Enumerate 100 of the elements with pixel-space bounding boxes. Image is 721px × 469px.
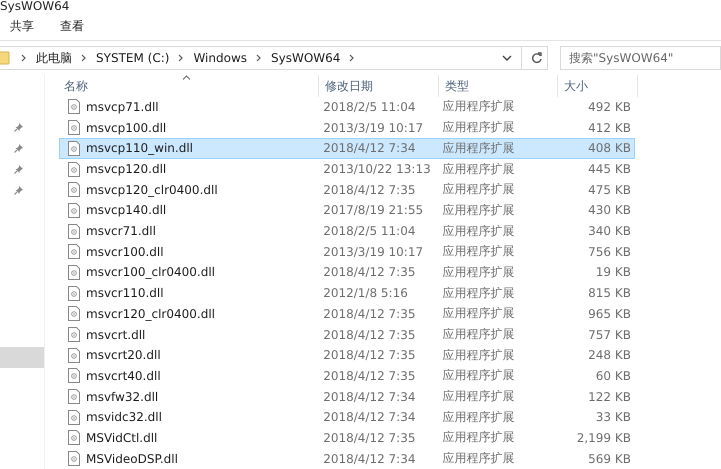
size-cell: 412 KB: [588, 120, 631, 135]
type-cell: 应用程序扩展: [442, 264, 514, 281]
file-row[interactable]: msvcr120_clr0400.dll 2018/4/12 7:35 应用程序扩展 965 KB: [59, 304, 635, 324]
dropdown-icon[interactable]: [502, 55, 512, 61]
file-name: msvcr71.dll: [86, 224, 156, 238]
size-cell: 569 KB: [588, 452, 631, 466]
file-icon: [68, 244, 80, 260]
file-icon: [68, 389, 80, 404]
address-bar[interactable]: 此电脑 SYSTEM (C:) Windows SysWOW64: [0, 46, 548, 70]
file-row[interactable]: msvcp100.dll 2013/3/19 10:17 应用程序扩展 412 KB: [59, 117, 635, 138]
size-cell: 60 KB: [596, 368, 631, 383]
type-cell: 应用程序扩展: [442, 450, 514, 468]
file-icon: [68, 306, 80, 322]
file-row[interactable]: msvcp71.dll 2018/2/5 11:04 应用程序扩展 492 KB: [59, 96, 635, 118]
column-header[interactable]: 类型: [445, 78, 469, 97]
file-name: msvcrt40.dll: [86, 368, 161, 383]
ribbon-tab[interactable]: 查看: [54, 16, 90, 36]
file-icon: [68, 410, 80, 425]
size-cell: 19 KB: [596, 265, 631, 280]
size-cell: 815 KB: [588, 286, 631, 300]
chevron-icon: [349, 54, 356, 62]
breadcrumb[interactable]: SysWOW64: [271, 51, 340, 65]
file-row[interactable]: msvcp140.dll 2017/8/19 21:55 应用程序扩展 430 KB: [59, 200, 635, 221]
file-row[interactable]: msvcp120.dll 2013/10/22 13:13 应用程序扩展 445 KB: [59, 158, 635, 180]
type-cell: 应用程序扩展: [442, 181, 514, 198]
date-cell: 2017/8/19 21:55: [323, 203, 424, 218]
file-icon: [68, 162, 80, 177]
type-cell: 应用程序扩展: [442, 429, 514, 446]
file-icon: [68, 368, 80, 384]
type-cell: 应用程序扩展: [442, 222, 514, 240]
file-row[interactable]: msvcr100.dll 2013/3/19 10:17 应用程序扩展 756 KB: [59, 241, 635, 262]
size-cell: 757 KB: [588, 328, 631, 342]
file-name: msvcr100.dll: [86, 244, 164, 259]
file-row[interactable]: msvfw32.dll 2018/4/12 7:34 应用程序扩展 122 KB: [59, 386, 635, 407]
breadcrumb[interactable]: 此电脑: [36, 50, 72, 66]
refresh-icon[interactable]: [531, 51, 543, 65]
size-cell: 430 KB: [588, 203, 631, 218]
file-row[interactable]: msvcr110.dll 2012/1/8 5:16 应用程序扩展 815 KB: [59, 282, 635, 304]
column-header[interactable]: 名称: [64, 78, 88, 97]
file-row[interactable]: MSVidCtl.dll 2018/4/12 7:35 应用程序扩展 2,199 KB: [59, 428, 635, 448]
chevron-icon: [81, 54, 87, 62]
column-header[interactable]: 修改日期: [325, 78, 373, 97]
file-name: msvcr110.dll: [86, 286, 164, 300]
size-cell: 965 KB: [588, 306, 631, 321]
pin-icon[interactable]: [14, 122, 24, 132]
type-cell: 应用程序扩展: [442, 408, 514, 426]
breadcrumb[interactable]: SYSTEM (C:): [96, 51, 170, 65]
pin-icon[interactable]: [14, 184, 24, 194]
date-cell: 2018/4/12 7:35: [323, 182, 416, 197]
file-icon: [68, 140, 80, 156]
file-name: msvcp110_win.dll: [86, 141, 194, 156]
sort-caret-icon: [182, 75, 190, 80]
file-row[interactable]: msvcrt40.dll 2018/4/12 7:35 应用程序扩展 60 KB: [59, 366, 635, 386]
file-row[interactable]: msvcr71.dll 2018/2/5 11:04 应用程序扩展 340 KB: [59, 220, 635, 242]
size-cell: 408 KB: [588, 141, 631, 156]
type-cell: 应用程序扩展: [442, 284, 514, 302]
date-cell: 2018/2/5 11:04: [323, 224, 416, 238]
file-row[interactable]: MSVideoDSP.dll 2018/4/12 7:34 应用程序扩展 569 KB: [59, 448, 635, 469]
type-cell: 应用程序扩展: [442, 160, 514, 178]
pin-icon[interactable]: [14, 164, 24, 174]
size-cell: 492 KB: [588, 100, 631, 114]
file-icon: [68, 286, 80, 301]
file-icon: [68, 182, 80, 198]
file-row[interactable]: msvcrt.dll 2018/4/12 7:35 应用程序扩展 757 KB: [59, 324, 635, 345]
chevron-icon: [21, 54, 27, 62]
size-cell: 33 KB: [596, 410, 631, 424]
file-icon: [68, 348, 80, 363]
size-cell: 756 KB: [588, 244, 631, 259]
file-row[interactable]: msvcrt20.dll 2018/4/12 7:35 应用程序扩展 248 KB: [59, 344, 635, 366]
size-cell: 122 KB: [588, 390, 631, 404]
type-cell: 应用程序扩展: [442, 202, 514, 219]
date-cell: 2012/1/8 5:16: [323, 286, 408, 300]
date-cell: 2013/10/22 13:13: [323, 162, 431, 176]
file-row[interactable]: msvcr100_clr0400.dll 2018/4/12 7:35 应用程序扩展 19 KB: [59, 262, 635, 283]
chevron-icon: [178, 54, 184, 62]
size-cell: 2,199 KB: [576, 430, 631, 445]
type-cell: 应用程序扩展: [442, 119, 514, 136]
search-field[interactable]: 搜索"SysWOW64": [560, 46, 721, 70]
breadcrumb[interactable]: Windows: [193, 51, 248, 65]
column-header[interactable]: 大小: [564, 78, 588, 97]
file-row[interactable]: msvcp120_clr0400.dll 2018/4/12 7:35 应用程序扩展 475 KB: [59, 179, 635, 200]
file-name: MSVideoDSP.dll: [86, 452, 178, 466]
file-icon: [68, 327, 80, 342]
size-cell: 445 KB: [588, 162, 631, 176]
date-cell: 2018/4/12 7:35: [323, 430, 416, 445]
file-icon: [68, 224, 80, 239]
file-row[interactable]: msvcp110_win.dll 2018/4/12 7:34 应用程序扩展 408 KB: [59, 138, 635, 159]
size-cell: 340 KB: [588, 224, 631, 238]
date-cell: 2013/3/19 10:17: [323, 120, 424, 135]
type-cell: 应用程序扩展: [442, 388, 514, 406]
file-row[interactable]: msvidc32.dll 2018/4/12 7:34 应用程序扩展 33 KB: [59, 406, 635, 428]
type-cell: 应用程序扩展: [442, 346, 514, 364]
file-name: msvcp71.dll: [86, 100, 159, 114]
date-cell: 2018/4/12 7:35: [323, 368, 416, 383]
date-cell: 2018/4/12 7:35: [323, 306, 416, 321]
file-icon: [68, 99, 80, 114]
type-cell: 应用程序扩展: [442, 140, 514, 157]
file-icon: [68, 451, 80, 466]
ribbon-tab[interactable]: 共享: [4, 16, 40, 36]
pin-icon[interactable]: [14, 142, 24, 152]
